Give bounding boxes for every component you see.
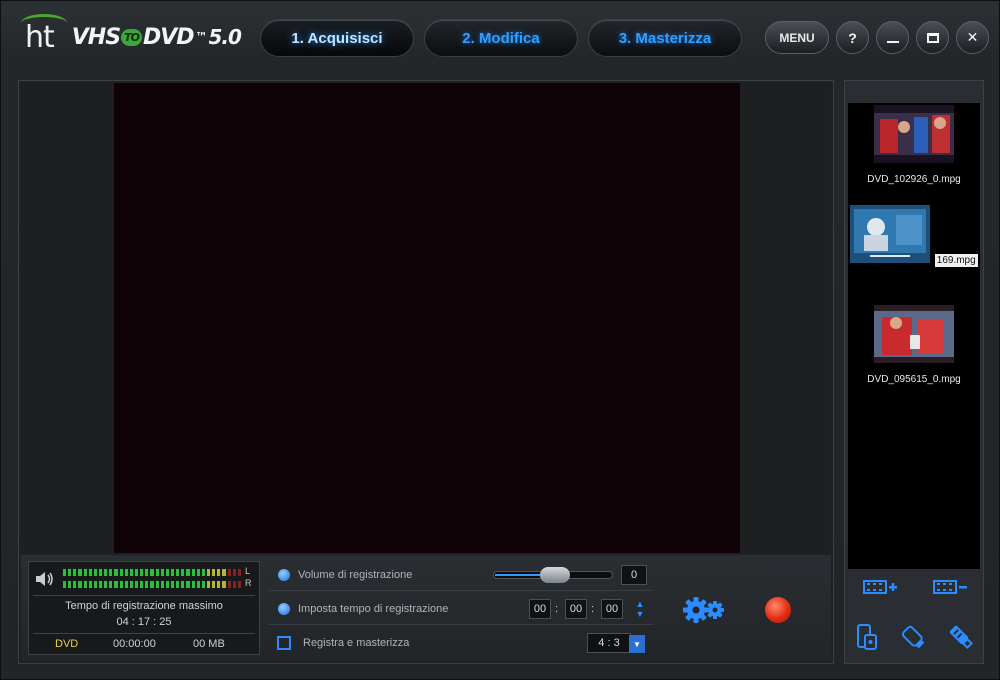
capture-controls: L R Tempo di registrazione massimo 04 : … [21,555,831,661]
app-window: ht VHS TO DVD ™ 5.0 1. Acquisisci 2. Mod… [0,0,1000,680]
divider [33,633,255,634]
video-preview-area [21,83,831,553]
record-burn-label: Registra e masterizza [303,637,410,649]
maximize-icon [926,32,939,43]
remove-clip-icon[interactable] [932,577,968,597]
volume-value[interactable]: 0 [621,565,647,585]
volume-slider[interactable] [493,567,613,583]
file-tools-row-1 [845,577,985,597]
add-clip-icon[interactable] [862,577,898,597]
record-burn-checkbox[interactable] [277,636,291,650]
logo-arc-icon [21,13,67,32]
tab-acquisisci[interactable]: 1. Acquisisci [260,19,414,57]
set-time-radio[interactable] [278,603,290,615]
spin-up-icon[interactable]: ▲ [635,599,645,609]
spin-down-icon[interactable]: ▼ [635,609,645,619]
set-time-row: Imposta tempo di registrazione 00 : 00 :… [269,593,653,625]
file-name: 169.mpg [934,254,978,267]
minimize-button[interactable] [876,21,909,54]
logo-product-name: VHS TO DVD ™ 5.0 [71,24,242,50]
volume-row: Volume di registrazione 0 [269,559,653,591]
speaker-icon[interactable] [35,570,55,588]
logo-ht: ht [21,13,67,55]
audio-meter-panel: L R Tempo di registrazione massimo 04 : … [28,561,260,655]
time-minutes-input[interactable]: 00 [565,599,587,619]
tab-masterizza[interactable]: 3. Masterizza [588,19,742,57]
volume-radio[interactable] [278,569,290,581]
window-controls: MENU ? ✕ [765,21,989,54]
capture-panel: L R Tempo di registrazione massimo 04 : … [18,80,834,664]
maximize-button[interactable] [916,21,949,54]
chevron-down-icon[interactable]: ▼ [629,635,645,653]
step-tabs: 1. Acquisisci 2. Modifica 3. Masterizza [260,19,742,57]
device-icon[interactable] [855,623,879,651]
elapsed-time: 00:00:00 [113,638,156,650]
volume-slider-fill [495,574,545,576]
file-thumbnail[interactable] [874,305,954,363]
divider [33,595,255,596]
minimize-icon [886,40,899,43]
record-burn-row: Registra e masterizza 4 : 3 ▼ [269,627,653,659]
usb-drive-icon[interactable] [899,623,927,651]
max-record-time-value: 04 : 17 : 25 [116,616,172,628]
file-name: DVD_095615_0.mpg [867,374,961,385]
list-item[interactable]: DVD_095615_0.mpg [848,305,980,385]
file-panel: DVD_102926_0.mpg 169.mpg DVD_095615_0.mp… [844,80,984,664]
file-name: DVD_102926_0.mpg [867,174,961,185]
tab-modifica[interactable]: 2. Modifica [424,19,578,57]
captured-file-list[interactable]: DVD_102926_0.mpg 169.mpg DVD_095615_0.mp… [848,103,980,569]
record-button[interactable] [765,597,791,623]
file-thumbnail[interactable] [874,105,954,163]
logo-to-badge: TO [121,28,142,46]
set-time-label: Imposta tempo di registrazione [298,603,449,615]
output-format: DVD [55,638,79,650]
vu-meter [63,569,241,593]
file-thumbnail[interactable] [850,205,931,263]
time-spinner[interactable]: ▲ ▼ [635,599,645,621]
settings-gear-icon[interactable] [681,593,727,627]
help-button[interactable]: ? [836,21,869,54]
video-preview [114,83,740,553]
time-seconds-input[interactable]: 00 [601,599,623,619]
list-item-selected[interactable]: 169.mpg [848,205,980,268]
vu-meter-left [63,569,241,576]
file-tools-row-2 [845,623,985,651]
recorded-size: 00 MB [193,638,225,650]
vu-left-label: L [245,566,251,576]
time-hours-input[interactable]: 00 [529,599,551,619]
list-item[interactable]: DVD_102926_0.mpg [848,105,980,185]
max-record-time-label: Tempo di registrazione massimo [65,600,223,612]
close-button[interactable]: ✕ [956,21,989,54]
volume-slider-thumb[interactable] [540,567,570,583]
vu-meter-right [63,581,241,588]
app-logo: ht VHS TO DVD ™ 5.0 [21,13,242,55]
volume-label: Volume di registrazione [298,569,413,581]
aspect-ratio-select[interactable]: 4 : 3 [587,633,631,653]
title-bar: ht VHS TO DVD ™ 5.0 1. Acquisisci 2. Mod… [1,1,1000,75]
usb-stick-icon[interactable] [947,623,975,651]
logo-version: 5.0 [208,25,242,49]
menu-button[interactable]: MENU [765,21,829,54]
vu-right-label: R [245,578,252,588]
